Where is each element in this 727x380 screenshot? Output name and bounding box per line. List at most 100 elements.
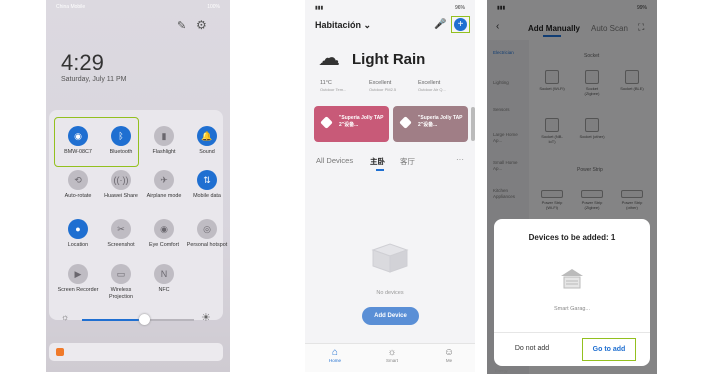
empty-box-icon (369, 238, 411, 274)
page-margin (657, 0, 727, 380)
nav-label: Me (445, 358, 453, 363)
quick-tile-location[interactable]: ● Location (55, 219, 101, 249)
scene-card[interactable]: "Superia Jolly TAP 2"设备... (314, 106, 389, 142)
weather-stat-label: Outdoor PM2.5 (369, 87, 397, 92)
do-not-add-button[interactable]: Do not add (494, 335, 570, 362)
home-icon: ⌂ (331, 347, 339, 358)
quick-tile-label: Screen Recorder (57, 287, 99, 293)
active-tab-indicator (376, 169, 384, 171)
smart-home-screen: ▮▮▮ 96% Habitación ⌄ 🎤 + ☁ Light Rain 11… (305, 0, 475, 372)
add-device-button[interactable]: Add Device (362, 307, 419, 325)
dialog-title: Devices to be added: 1 (528, 233, 616, 242)
location-icon: ● (68, 219, 88, 239)
quick-tile-bluetooth[interactable]: ᛒ Bluetooth (98, 126, 144, 156)
quick-tile-nfc[interactable]: N NFC (141, 264, 187, 294)
nav-item-smart[interactable]: ☼ Smart (380, 347, 404, 363)
quick-tile-label: Screenshot (107, 242, 135, 248)
quick-tile-mobile-data[interactable]: ⇅ Mobile data (184, 170, 230, 200)
tag-icon (320, 116, 333, 129)
quick-tile-label: Wireless Projection (109, 287, 133, 300)
weather-stat-value: Excellent (369, 80, 392, 86)
battery-text: 100% (207, 4, 220, 10)
quick-tile-label: Huawei Share (104, 193, 138, 199)
quick-tile-label: BMW-08C7 (64, 149, 92, 155)
scene-card[interactable]: "Superia Jolly TAP 2"设备... (393, 106, 468, 142)
hotspot-icon: ◎ (197, 219, 217, 239)
quick-tile-label: Sound (199, 149, 215, 155)
empty-state-text: No devices (376, 290, 404, 296)
scene-card-overflow (471, 107, 475, 141)
garage-device-icon (559, 267, 585, 289)
add-plus-icon[interactable]: + (454, 18, 467, 31)
quick-tile-label: Eye Comfort (149, 242, 179, 248)
room-tab[interactable]: 主卧 (370, 156, 385, 167)
carrier-text: China Mobile (56, 4, 86, 10)
brightness-slider-thumb[interactable] (138, 314, 150, 325)
quick-tile-wireless-projection[interactable]: ▭ Wireless Projection (98, 264, 144, 300)
quick-tile-label: Mobile data (193, 193, 221, 199)
quick-tile-screen-recorder[interactable]: ▶ Screen Recorder (55, 264, 101, 294)
dialog-divider (494, 332, 650, 333)
nav-label: Home (328, 358, 341, 363)
quick-tile-sound[interactable]: 🔔 Sound (184, 126, 230, 156)
quick-tile-personal-hotspot[interactable]: ◎ Personal hotspot (184, 219, 230, 249)
room-tab[interactable]: 客厅 (400, 156, 415, 167)
clock-time: 4:29 (61, 50, 104, 75)
quick-tile-eye-comfort[interactable]: ◉ Eye Comfort (141, 219, 187, 249)
app-notification-icon (56, 348, 64, 356)
room-tab[interactable]: All Devices (316, 156, 353, 165)
nav-item-home[interactable]: ⌂ Home (323, 347, 347, 363)
screenshot-icon: ✂ (111, 219, 131, 239)
brightness-high-icon: ☀ (201, 312, 211, 324)
share-icon: ((·)) (111, 170, 131, 190)
weather-stat-value: 11°C (320, 80, 332, 86)
bluetooth-icon: ᛒ (111, 126, 131, 146)
bell-icon: 🔔 (197, 126, 217, 146)
device-name: Smart Garag... (553, 306, 591, 312)
signal-icon: ▮▮▮ (315, 5, 324, 11)
weather-title: Light Rain (352, 51, 426, 68)
quick-tile-flashlight[interactable]: ▮ Flashlight (141, 126, 187, 156)
home-selector[interactable]: Habitación ⌄ (315, 20, 371, 31)
notification-card[interactable] (49, 343, 223, 361)
quick-tile-label: Flashlight (152, 149, 176, 155)
recorder-icon: ▶ (68, 264, 88, 284)
scene-card-label: "Superia Jolly TAP 2"设备... (339, 115, 384, 128)
more-icon[interactable]: ··· (456, 155, 464, 164)
quick-tile-label: NFC (158, 287, 170, 293)
microphone-icon[interactable]: 🎤 (434, 19, 446, 30)
quick-tile-screenshot[interactable]: ✂ Screenshot (98, 219, 144, 249)
wifi-icon: ◉ (68, 126, 88, 146)
edit-icon[interactable]: ✎ (177, 19, 186, 32)
control-center-screen: China Mobile 100% ✎ ⚙ 4:29 Saturday, Jul… (46, 0, 230, 372)
home-name: Habitación (315, 20, 362, 30)
quick-tile-airplane-mode[interactable]: ✈ Airplane mode (141, 170, 187, 200)
quick-tile-huawei-share[interactable]: ((·)) Huawei Share (98, 170, 144, 200)
brightness-low-icon: ☼ (61, 312, 70, 322)
quick-tile-auto-rotate[interactable]: ⟲ Auto-rotate (55, 170, 101, 200)
nfc-icon: N (154, 264, 174, 284)
quick-tile-label: Location (67, 242, 89, 248)
status-bar: China Mobile 100% (46, 0, 230, 14)
flashlight-icon: ▮ (154, 126, 174, 146)
quick-tile-label: Personal hotspot (186, 242, 228, 248)
brightness-fill (82, 319, 144, 321)
weather-stat-value: Excellent (418, 80, 441, 86)
quick-tile-label: Airplane mode (146, 193, 182, 199)
rain-cloud-icon: ☁ (318, 45, 340, 70)
smart-icon: ☼ (387, 347, 397, 358)
go-to-add-button[interactable]: Go to add (582, 338, 636, 361)
settings-gear-icon[interactable]: ⚙ (196, 18, 207, 32)
add-device-screen: ▮▮▮ 99% ‹ Add Manually Auto Scan ⛶ Elect… (487, 0, 657, 374)
devices-dialog: Devices to be added: 1 Smart Garag... Do… (494, 219, 650, 366)
nav-label: Smart (385, 358, 398, 363)
eye-icon: ◉ (154, 219, 174, 239)
nav-item-me[interactable]: ☺ Me (437, 347, 461, 363)
scene-card-label: "Superia Jolly TAP 2"设备... (418, 115, 463, 128)
rotate-icon: ⟲ (68, 170, 88, 190)
quick-tile-bmw-08c7[interactable]: ◉ BMW-08C7 (55, 126, 101, 156)
weather-stat-label: Outdoor Air Q... (418, 87, 446, 92)
weather-stat-label: Outdoor Tem... (320, 87, 347, 92)
airplane-icon: ✈ (154, 170, 174, 190)
projection-icon: ▭ (111, 264, 131, 284)
